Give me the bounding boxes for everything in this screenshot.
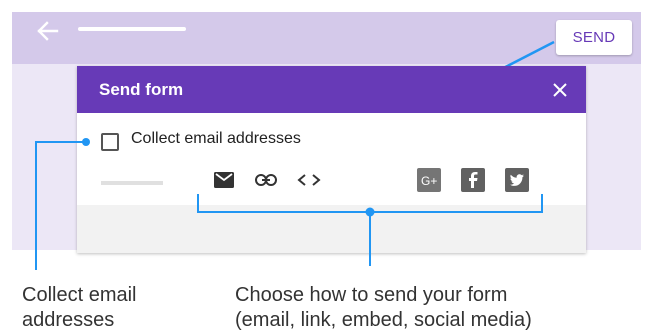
dialog-header: Send form xyxy=(77,66,586,113)
arrow-left-icon[interactable] xyxy=(33,20,59,42)
svg-text:G+: G+ xyxy=(421,174,437,188)
caption-line: (email, link, embed, social media) xyxy=(235,309,532,331)
collect-email-caption: Collect email addresses xyxy=(22,283,136,333)
collect-email-label: Collect email addresses xyxy=(131,130,301,147)
send-methods-callout-bracket xyxy=(197,194,543,266)
embed-code-icon[interactable] xyxy=(297,173,321,187)
close-icon[interactable] xyxy=(553,83,567,97)
google-plus-icon[interactable]: G+ xyxy=(417,168,441,192)
dialog-title: Send form xyxy=(99,80,184,99)
collect-email-checkbox[interactable] xyxy=(101,133,119,151)
facebook-icon[interactable] xyxy=(461,168,485,192)
caption-line: addresses xyxy=(22,309,115,331)
caption-line: Choose how to send your form xyxy=(235,284,508,306)
twitter-icon[interactable] xyxy=(505,168,529,192)
form-title-placeholder xyxy=(78,27,186,31)
link-icon[interactable] xyxy=(255,173,277,187)
send-button[interactable]: SEND xyxy=(556,20,632,55)
email-icon[interactable] xyxy=(214,172,234,188)
tab-placeholder xyxy=(101,181,163,185)
send-methods-caption: Choose how to send your form (email, lin… xyxy=(235,283,532,333)
caption-line: Collect email xyxy=(22,284,137,306)
collect-email-callout-line xyxy=(35,138,90,270)
